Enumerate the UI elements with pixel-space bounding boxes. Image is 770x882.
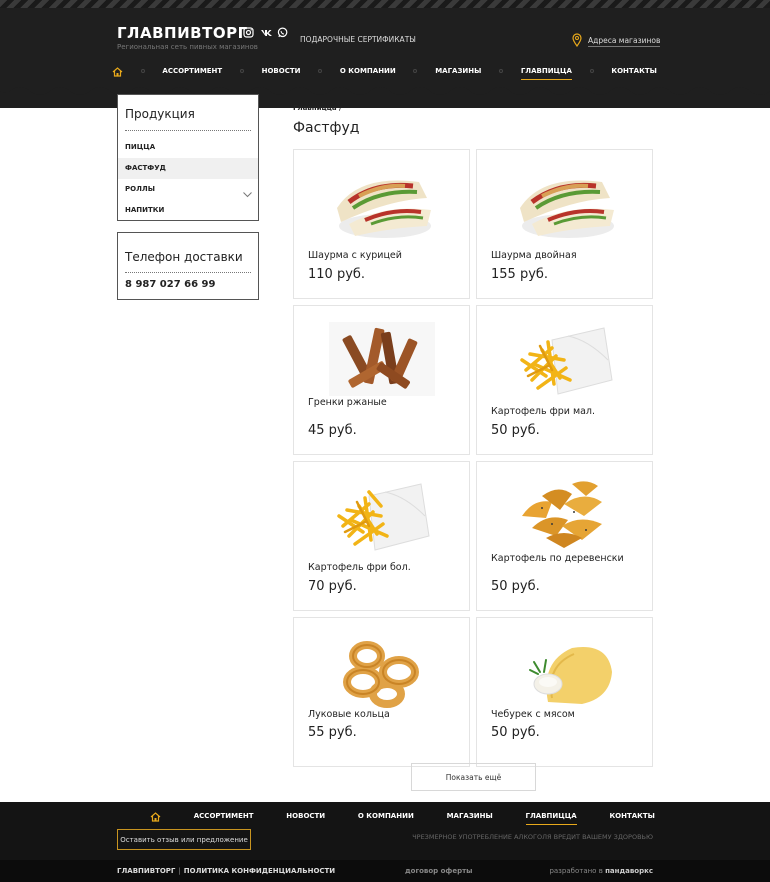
privacy-policy-link[interactable]: ПОЛИТИКА КОНФИДЕНЦИАЛЬНОСТИ xyxy=(184,867,335,875)
product-card[interactable]: Луковые кольца 55 руб. xyxy=(293,617,470,767)
product-name: Картофель фри мал. xyxy=(491,406,596,417)
nav-separator xyxy=(239,69,244,73)
footer-separator: | xyxy=(178,867,181,875)
product-name: Шаурма двойная xyxy=(491,250,577,261)
product-price: 50 руб. xyxy=(491,725,540,740)
sidebar-item-fastfood[interactable]: ФАСТФУД xyxy=(118,158,258,179)
product-price: 110 руб. xyxy=(308,267,366,282)
delivery-title: Телефон доставки xyxy=(125,250,243,264)
product-price: 50 руб. xyxy=(491,423,540,438)
product-price: 55 руб. xyxy=(308,725,357,740)
vk-icon[interactable] xyxy=(260,27,272,38)
footer-bottom-bar: ГЛАВПИВТОРГ | ПОЛИТИКА КОНФИДЕНЦИАЛЬНОСТИ … xyxy=(0,860,770,882)
breadcrumb[interactable]: Главпицца / xyxy=(293,104,342,112)
shawarma-image xyxy=(520,180,614,238)
product-name: Шаурма с курицей xyxy=(308,250,402,261)
product-price: 155 руб. xyxy=(491,267,549,282)
nav-separator xyxy=(499,69,504,73)
product-price: 50 руб. xyxy=(491,579,540,594)
footer-nav-assortment[interactable]: АССОРТИМЕНТ xyxy=(194,812,254,820)
product-card[interactable]: Гренки ржаные 45 руб. xyxy=(293,305,470,455)
product-card[interactable]: Картофель фри мал. 50 руб. xyxy=(476,305,653,455)
product-price: 45 руб. xyxy=(308,423,357,438)
fries-image xyxy=(520,327,613,395)
whatsapp-icon[interactable] xyxy=(277,27,288,38)
onion-rings-image xyxy=(343,641,419,708)
nav-separator xyxy=(140,69,145,73)
store-addresses-link[interactable]: Адреса магазинов xyxy=(572,32,661,51)
header-stripes xyxy=(0,0,770,8)
footer-nav: АССОРТИМЕНТ НОВОСТИ О КОМПАНИИ МАГАЗИНЫ … xyxy=(150,810,655,825)
nav-item-glavpizza[interactable]: ГЛАВПИЦЦА xyxy=(520,67,573,80)
developer-name: пандаворкс xyxy=(605,867,653,875)
nav-item-news[interactable]: НОВОСТИ xyxy=(262,67,301,75)
product-card[interactable]: Шаурма двойная 155 руб. xyxy=(476,149,653,299)
sidebar-item-rolls[interactable]: РОЛЛЫ xyxy=(118,179,258,200)
site-footer: АССОРТИМЕНТ НОВОСТИ О КОМПАНИИ МАГАЗИНЫ … xyxy=(0,802,770,882)
home-icon[interactable] xyxy=(150,807,161,826)
product-name: Картофель фри бол. xyxy=(308,562,411,573)
feedback-button[interactable]: Оставить отзыв или предложение xyxy=(117,829,251,850)
show-more-button[interactable]: Показать ещё xyxy=(411,763,536,791)
nav-separator xyxy=(318,69,323,73)
product-name: Луковые кольца xyxy=(308,709,390,720)
footer-copyright: ГЛАВПИВТОРГ | ПОЛИТИКА КОНФИДЕНЦИАЛЬНОСТИ xyxy=(117,867,335,875)
footer-brand: ГЛАВПИВТОРГ xyxy=(117,867,176,875)
gift-certificates-link[interactable]: ПОДАРОЧНЫЕ СЕРТИФИКАТЫ xyxy=(300,35,416,44)
site-logo[interactable]: ГЛАВПИВТОРГ xyxy=(117,24,248,42)
sidebar-item-drinks[interactable]: НАПИТКИ xyxy=(118,200,258,221)
developer-prefix: разработано в xyxy=(549,867,603,875)
page-title: Фастфуд xyxy=(293,120,360,136)
product-name: Гренки ржаные xyxy=(308,397,387,408)
dotted-divider xyxy=(125,272,251,273)
developer-credit[interactable]: разработано в пандаворкс xyxy=(549,867,653,875)
footer-nav-news[interactable]: НОВОСТИ xyxy=(286,812,325,820)
home-icon[interactable] xyxy=(112,62,123,81)
product-card[interactable]: Чебурек с мясом 50 руб. xyxy=(476,617,653,767)
map-pin-icon xyxy=(572,32,582,51)
header-wave-edge xyxy=(0,85,770,95)
sidebar-item-pizza[interactable]: ПИЦЦА xyxy=(118,137,258,158)
product-categories: Продукция ПИЦЦА ФАСТФУД РОЛЛЫ НАПИТКИ xyxy=(117,94,259,221)
product-price: 70 руб. xyxy=(308,579,357,594)
footer-nav-stores[interactable]: МАГАЗИНЫ xyxy=(447,812,493,820)
potato-wedges-image xyxy=(522,481,602,548)
nav-item-stores[interactable]: МАГАЗИНЫ xyxy=(435,67,481,75)
main-nav: АССОРТИМЕНТ НОВОСТИ О КОМПАНИИ МАГАЗИНЫ … xyxy=(112,62,657,81)
offer-agreement-link[interactable]: договор оферты xyxy=(405,867,473,875)
product-name: Картофель по деревенски xyxy=(491,553,624,564)
cheburek-image xyxy=(529,647,612,704)
footer-nav-contacts[interactable]: КОНТАКТЫ xyxy=(609,812,654,820)
delivery-phone-box: Телефон доставки 8 987 027 66 99 xyxy=(117,232,259,300)
product-card[interactable]: Шаурма с курицей 110 руб. xyxy=(293,149,470,299)
alcohol-warning: ЧРЕЗМЕРНОЕ УПОТРЕБЛЕНИЕ АЛКОГОЛЯ ВРЕДИТ … xyxy=(412,833,653,841)
instagram-icon[interactable] xyxy=(243,27,254,38)
fries-image xyxy=(337,483,430,551)
nav-item-contacts[interactable]: КОНТАКТЫ xyxy=(611,67,656,75)
product-name: Чебурек с мясом xyxy=(491,709,575,720)
social-links xyxy=(243,27,288,38)
nav-separator xyxy=(589,69,594,73)
sidebar-item-label: РОЛЛЫ xyxy=(125,185,155,193)
categories-title: Продукция xyxy=(125,107,195,121)
shawarma-image xyxy=(337,180,431,238)
nav-item-assortment[interactable]: АССОРТИМЕНТ xyxy=(162,67,222,75)
product-card[interactable]: Картофель фри бол. 70 руб. xyxy=(293,461,470,611)
store-addresses-label: Адреса магазинов xyxy=(588,36,661,47)
nav-item-about[interactable]: О КОМПАНИИ xyxy=(340,67,396,75)
product-card[interactable]: Картофель по деревенски 50 руб. xyxy=(476,461,653,611)
dotted-divider xyxy=(125,130,251,131)
site-tagline: Региональная сеть пивных магазинов xyxy=(117,43,258,51)
footer-nav-about[interactable]: О КОМПАНИИ xyxy=(358,812,414,820)
croutons-image xyxy=(329,322,435,396)
nav-separator xyxy=(413,69,418,73)
delivery-phone[interactable]: 8 987 027 66 99 xyxy=(118,279,258,290)
footer-nav-glavpizza[interactable]: ГЛАВПИЦЦА xyxy=(525,812,577,825)
